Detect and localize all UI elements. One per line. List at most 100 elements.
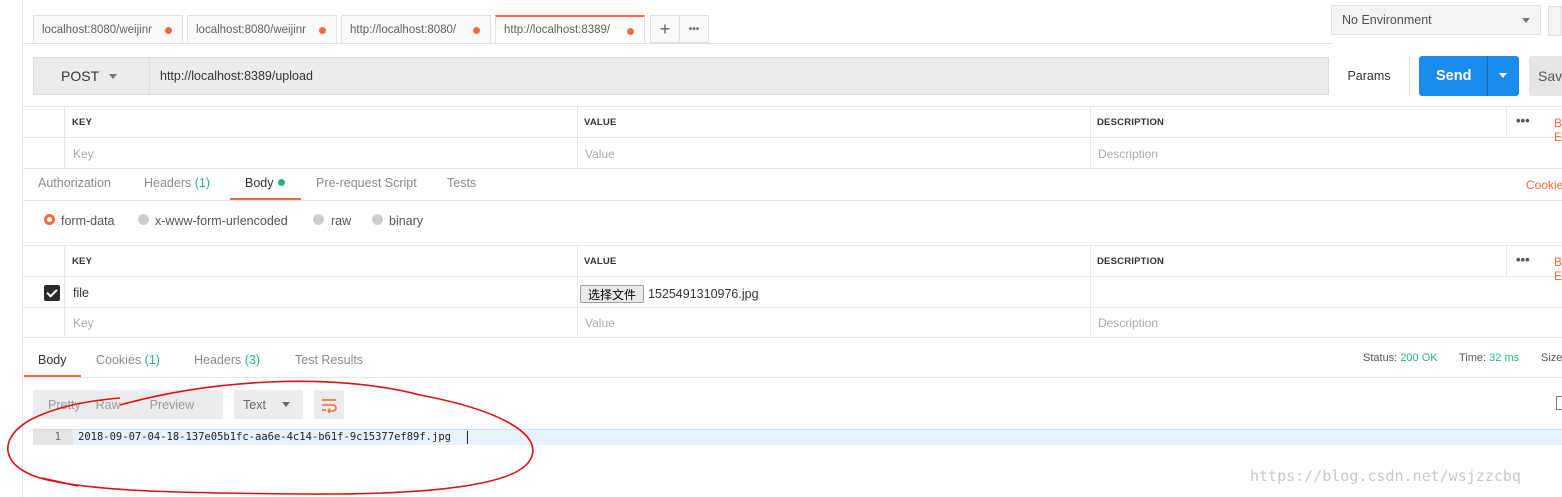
tab-tests[interactable]: Tests — [447, 176, 476, 190]
form-description-placeholder[interactable]: Description — [1098, 316, 1158, 330]
url-input[interactable]: http://localhost:8389/upload — [160, 57, 313, 95]
environment-select[interactable]: No Environment — [1331, 5, 1541, 35]
form-table-bottom — [22, 337, 1562, 338]
tab-count: (1) — [194, 176, 211, 190]
tab-label: Tests — [447, 176, 477, 190]
row-enabled-checkbox[interactable] — [44, 285, 60, 301]
params-more-icon[interactable]: ••• — [1516, 113, 1530, 128]
plus-icon: + — [659, 18, 671, 39]
response-tab-headers[interactable]: Headers (3) — [194, 353, 260, 367]
form-header-description: DESCRIPTION — [1097, 256, 1165, 267]
form-table-top — [22, 245, 1562, 246]
tab-label: Headers — [194, 353, 242, 367]
unsaved-dot-icon — [165, 27, 172, 34]
params-bulk-edit-link[interactable]: Bulk Edit — [1554, 116, 1562, 144]
form-data-radio[interactable] — [44, 214, 55, 225]
binary-radio[interactable] — [372, 214, 383, 225]
params-value-input[interactable]: Value — [585, 147, 615, 161]
request-tabs-divider — [22, 200, 1562, 201]
params-header-value: VALUE — [584, 117, 617, 128]
request-tab-label: http://localhost:8389/ — [504, 24, 611, 36]
tab-label: Test Results — [295, 353, 364, 367]
tab-count: (3) — [244, 353, 261, 367]
form-header-value: VALUE — [584, 256, 617, 267]
tab-headers[interactable]: Headers (1) — [144, 176, 210, 190]
tab-count: (1) — [144, 353, 160, 367]
response-time: Time: 32 ms — [1459, 352, 1519, 364]
form-key-placeholder[interactable]: Key — [73, 316, 94, 330]
send-label: Send — [1436, 68, 1472, 84]
unsaved-dot-icon — [319, 27, 326, 34]
tab-body[interactable]: Body — [245, 176, 285, 190]
response-tab-body[interactable]: Body — [38, 353, 67, 367]
send-button[interactable]: Send — [1419, 56, 1519, 96]
request-tab-3[interactable]: http://localhost:8080/ — [341, 15, 491, 43]
save-label: Save — [1538, 68, 1562, 84]
urlencoded-radio[interactable] — [138, 214, 149, 225]
request-tab-4-active[interactable]: http://localhost:8389/ — [495, 15, 645, 43]
request-tab-2[interactable]: localhost:8080/weijinr — [187, 15, 337, 43]
response-status: Status: 200 OK — [1363, 352, 1438, 364]
response-tab-cookies[interactable]: Cookies (1) — [96, 353, 160, 367]
method-select[interactable]: POST — [33, 57, 150, 95]
raw-radio[interactable] — [313, 214, 324, 225]
response-size: Size — [1541, 352, 1562, 364]
params-table-divider — [22, 137, 1562, 138]
tab-more-button[interactable]: ••• — [679, 15, 709, 43]
params-header-description: DESCRIPTION — [1097, 117, 1165, 128]
new-tab-button[interactable]: + — [650, 15, 680, 43]
cookies-link[interactable]: Cookies — [1526, 178, 1562, 192]
params-button[interactable]: Params — [1328, 57, 1409, 95]
params-table-top — [22, 106, 1562, 107]
tab-label: Body — [245, 176, 274, 190]
tab-authorization[interactable]: Authorization — [38, 176, 111, 190]
params-col-line — [1506, 106, 1507, 137]
save-button[interactable]: Save — [1529, 56, 1562, 96]
params-description-input[interactable]: Description — [1098, 147, 1158, 161]
status-label: Status: — [1363, 352, 1398, 364]
form-table-divider — [22, 276, 1562, 277]
more-icon: ••• — [688, 23, 700, 35]
environment-label: No Environment — [1342, 13, 1432, 27]
request-tab-label: http://localhost:8080/ — [350, 23, 457, 36]
tab-label: Body — [38, 353, 67, 367]
response-tab-test-results[interactable]: Test Results — [295, 353, 363, 367]
tab-label: Authorization — [38, 176, 111, 190]
tab-pre-request-script[interactable]: Pre-request Script — [316, 176, 417, 190]
params-col-line — [1090, 106, 1091, 168]
unsaved-dot-icon — [627, 28, 634, 35]
method-label: POST — [61, 68, 100, 84]
chevron-down-icon — [109, 74, 117, 79]
tab-label: Pre-request Script — [316, 176, 417, 190]
binary-label[interactable]: binary — [389, 214, 423, 228]
request-tab-1[interactable]: localhost:8080/weijinr — [33, 15, 183, 43]
params-col-line — [577, 106, 578, 168]
status-value: 200 OK — [1400, 352, 1438, 364]
urlencoded-label[interactable]: x-www-form-urlencoded — [155, 214, 288, 228]
choose-file-button[interactable]: 选择文件 — [580, 285, 644, 303]
tab-bar-divider — [22, 43, 1332, 44]
url-text: http://localhost:8389/upload — [160, 69, 313, 83]
chevron-down-icon — [1522, 18, 1530, 23]
params-col-line — [64, 106, 65, 168]
form-bulk-edit-link[interactable]: Bulk Edit — [1554, 255, 1562, 283]
tab-label: Cookies — [96, 353, 142, 367]
form-more-icon[interactable]: ••• — [1516, 252, 1530, 267]
send-divider — [1487, 56, 1488, 96]
form-col-line — [577, 245, 578, 337]
form-key-input[interactable]: file — [73, 286, 89, 300]
raw-label[interactable]: raw — [331, 214, 351, 228]
form-table-divider — [22, 307, 1562, 308]
form-col-line — [1090, 245, 1091, 337]
form-data-label[interactable]: form-data — [61, 214, 115, 228]
form-col-line — [64, 245, 65, 337]
file-name: 1525491310976.jpg — [648, 287, 759, 301]
env-quick-look-button[interactable] — [1548, 6, 1562, 36]
annotation-ellipse — [7, 380, 534, 495]
chevron-down-icon[interactable] — [1499, 73, 1507, 78]
params-key-input[interactable]: Key — [73, 147, 94, 161]
request-tab-label: localhost:8080/weijinr — [196, 23, 306, 36]
params-header-key: KEY — [72, 117, 93, 128]
form-value-placeholder[interactable]: Value — [585, 316, 615, 330]
copy-icon[interactable] — [1556, 396, 1562, 410]
